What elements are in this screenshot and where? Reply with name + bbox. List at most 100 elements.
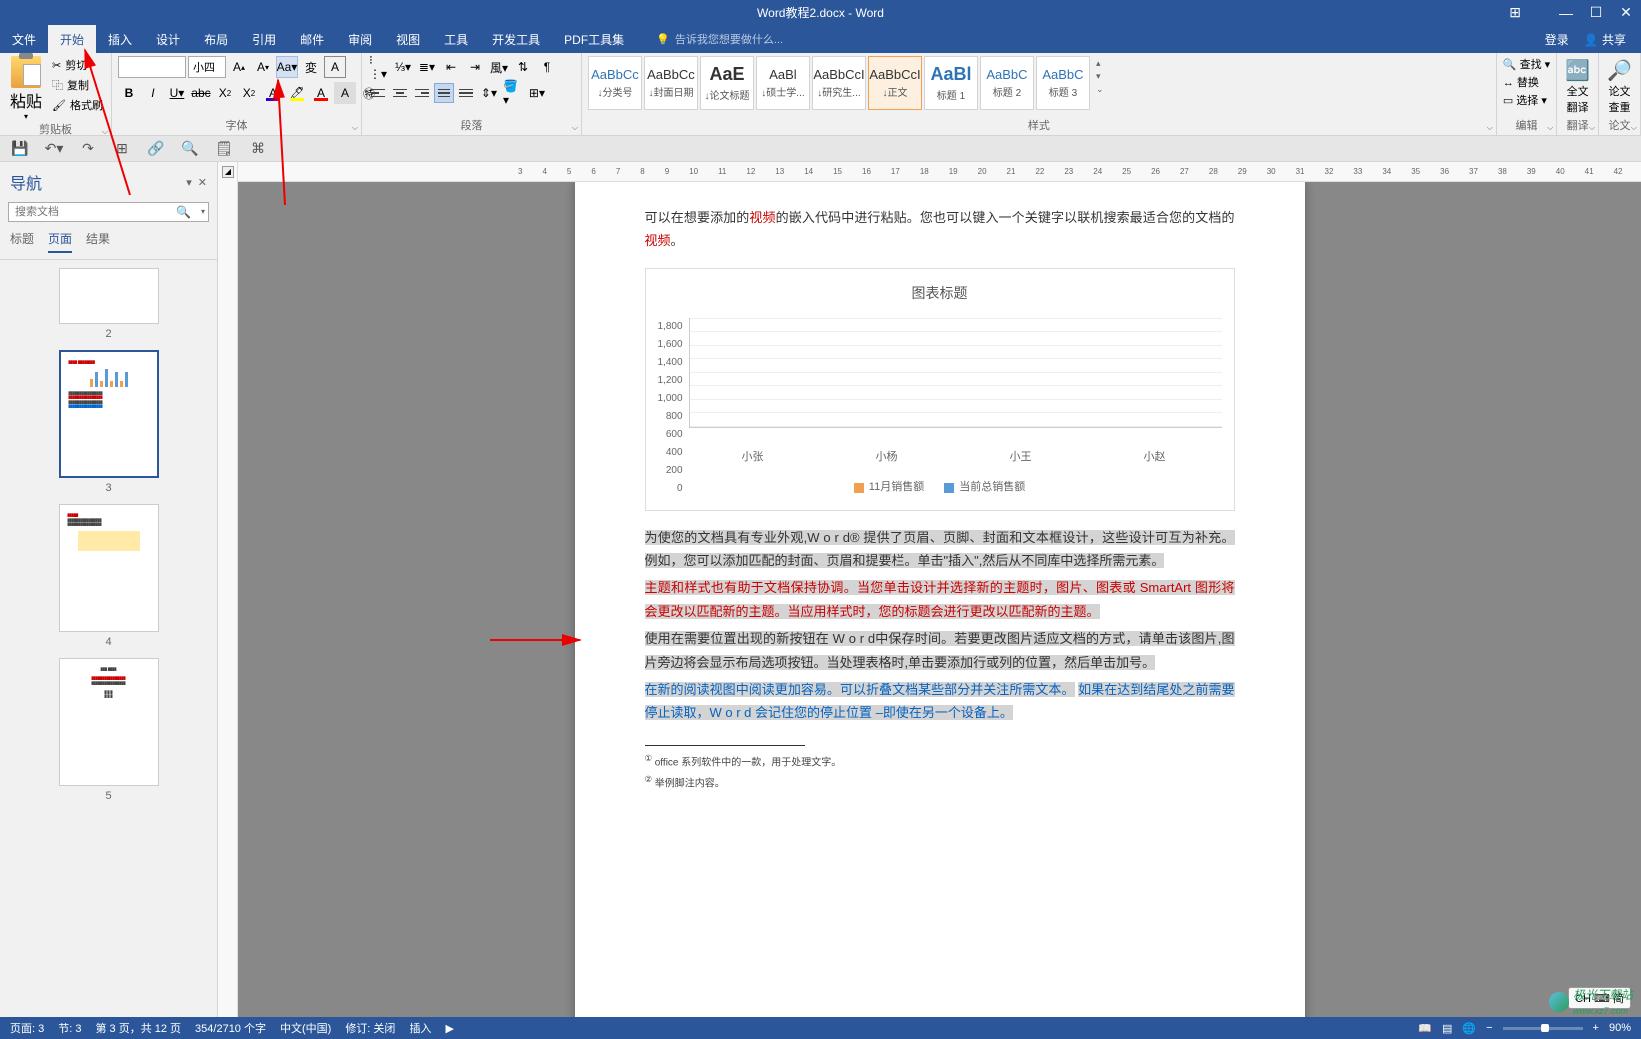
maximize-button[interactable]: ☐	[1581, 0, 1611, 25]
select-button[interactable]: ▭ 选择 ▾	[1503, 92, 1547, 108]
zoom-in[interactable]: +	[1593, 1022, 1599, 1034]
ribbon-tab-7[interactable]: 审阅	[336, 25, 384, 53]
strikethrough-button[interactable]: abc	[190, 82, 212, 104]
status-page-count[interactable]: 第 3 页，共 12 页	[95, 1020, 181, 1036]
nav-pane-dropdown[interactable]: ▾	[186, 176, 192, 189]
nav-tab-标题[interactable]: 标题	[10, 230, 34, 253]
zoom-level[interactable]: 90%	[1609, 1022, 1631, 1034]
styles-scroll-up[interactable]: ▴	[1096, 58, 1104, 69]
style-item-4[interactable]: AaBbCcI↓研究生...	[812, 56, 866, 110]
style-item-7[interactable]: AaBbC标题 2	[980, 56, 1034, 110]
status-page[interactable]: 页面: 3	[10, 1020, 44, 1036]
copy-button[interactable]: ⿻复制	[50, 76, 105, 94]
style-item-5[interactable]: AaBbCcI↓正文	[868, 56, 922, 110]
embedded-chart[interactable]: 图表标题 1,8001,6001,4001,2001,0008006004002…	[645, 268, 1235, 511]
font-size-select[interactable]	[188, 56, 226, 78]
font-name-select[interactable]	[118, 56, 186, 78]
qat-btn-6[interactable]: 🔍	[180, 139, 200, 159]
view-web-layout[interactable]: 🌐	[1462, 1022, 1476, 1035]
document-page[interactable]: 可以在想要添加的视频的嵌入代码中进行粘贴。您也可以键入一个关键字以联机搜索最适合…	[575, 182, 1305, 1021]
increase-font-button[interactable]: A▴	[228, 56, 250, 78]
close-button[interactable]: ✕	[1611, 0, 1641, 25]
borders-button[interactable]: ⊞▾	[526, 82, 548, 104]
style-item-8[interactable]: AaBbC标题 3	[1036, 56, 1090, 110]
tell-me-search[interactable]: 💡 告诉我您想要做什么...	[656, 31, 783, 47]
search-options-dropdown[interactable]: ▾	[201, 207, 205, 216]
login-link[interactable]: 登录	[1545, 31, 1569, 48]
share-button[interactable]: 👤 共享	[1584, 31, 1626, 48]
subscript-button[interactable]: X2	[214, 82, 236, 104]
line-spacing-button[interactable]: ⇕▾	[478, 82, 500, 104]
superscript-button[interactable]: X2	[238, 82, 260, 104]
replace-button[interactable]: ↔ 替换	[1503, 74, 1539, 90]
align-left-button[interactable]	[368, 83, 388, 103]
status-macro-icon[interactable]: ▶	[445, 1022, 453, 1035]
paste-button[interactable]: 粘贴 ▾	[6, 56, 46, 121]
zoom-out[interactable]: −	[1486, 1022, 1492, 1034]
status-section[interactable]: 节: 3	[58, 1020, 81, 1036]
save-button[interactable]: 💾	[10, 139, 30, 159]
horizontal-ruler[interactable]: 3456789101112131415161718192021222324252…	[238, 162, 1641, 182]
ribbon-tab-0[interactable]: 文件	[0, 25, 48, 53]
ribbon-tab-1[interactable]: 开始	[48, 25, 96, 53]
view-print-layout[interactable]: ▤	[1442, 1022, 1452, 1035]
align-right-button[interactable]	[412, 83, 432, 103]
bullets-button[interactable]: ⁝⋮▾	[368, 56, 390, 78]
decrease-indent-button[interactable]: ⇤	[440, 56, 462, 78]
status-language[interactable]: 中文(中国)	[280, 1020, 331, 1036]
align-center-button[interactable]	[390, 83, 410, 103]
style-item-1[interactable]: AaBbCc↓封面日期	[644, 56, 698, 110]
show-marks-button[interactable]: ¶	[536, 56, 558, 78]
ribbon-tab-3[interactable]: 设计	[144, 25, 192, 53]
thesis-check-button[interactable]: 🔎 论文 查重	[1605, 56, 1634, 117]
status-track-changes[interactable]: 修订: 关闭	[345, 1020, 395, 1036]
italic-button[interactable]: I	[142, 82, 164, 104]
view-read-mode[interactable]: 📖	[1418, 1022, 1432, 1035]
nav-tab-页面[interactable]: 页面	[48, 230, 72, 253]
styles-expand[interactable]: ⌄	[1096, 84, 1104, 95]
qat-btn-4[interactable]: ⊞	[112, 139, 132, 159]
format-painter-button[interactable]: 🖌格式刷	[50, 96, 105, 114]
underline-button[interactable]: U▾	[166, 82, 188, 104]
style-item-3[interactable]: AaBl↓硕士学...	[756, 56, 810, 110]
text-effects-button[interactable]: A	[262, 82, 284, 104]
status-word-count[interactable]: 354/2710 个字	[195, 1020, 266, 1036]
nav-pane-close[interactable]: ✕	[198, 176, 207, 189]
style-item-0[interactable]: AaBbCc↓分类号	[588, 56, 642, 110]
qat-btn-5[interactable]: 🔗	[146, 139, 166, 159]
font-color-button[interactable]: A	[310, 82, 332, 104]
bold-button[interactable]: B	[118, 82, 140, 104]
highlight-button[interactable]: 🖊	[286, 82, 308, 104]
char-border-button[interactable]: A	[324, 56, 346, 78]
page-thumbnail-2[interactable]	[59, 268, 159, 324]
nav-tab-结果[interactable]: 结果	[86, 230, 110, 253]
asian-layout-button[interactable]: ⾵▾	[488, 56, 510, 78]
translate-button[interactable]: 🔤 全文 翻译	[1563, 56, 1592, 117]
redo-button[interactable]: ↷	[78, 139, 98, 159]
ribbon-tab-9[interactable]: 工具	[432, 25, 480, 53]
shading-button[interactable]: 🪣▾	[502, 82, 524, 104]
styles-scroll-down[interactable]: ▾	[1096, 71, 1104, 82]
search-icon[interactable]: 🔍	[176, 205, 191, 219]
phonetic-guide-button[interactable]: 変	[300, 56, 322, 78]
ribbon-tab-6[interactable]: 邮件	[288, 25, 336, 53]
page-thumbnail-4[interactable]: █████████████████████████████████████	[59, 504, 159, 632]
increase-indent-button[interactable]: ⇥	[464, 56, 486, 78]
page-thumbnail-5[interactable]: ███ ████████████████████████████████████…	[59, 658, 159, 786]
ribbon-tab-11[interactable]: PDF工具集	[552, 25, 636, 53]
ribbon-tab-5[interactable]: 引用	[240, 25, 288, 53]
change-case-button[interactable]: Aa▾	[276, 56, 298, 78]
justify-button[interactable]	[434, 83, 454, 103]
status-insert-mode[interactable]: 插入	[409, 1020, 431, 1036]
vertical-ruler[interactable]: ◢	[218, 162, 238, 1021]
decrease-font-button[interactable]: A▾	[252, 56, 274, 78]
numbering-button[interactable]: ⅓▾	[392, 56, 414, 78]
styles-gallery[interactable]: AaBbCc↓分类号AaBbCc↓封面日期AaE↓论文标题AaBl↓硕士学...…	[588, 56, 1090, 110]
ribbon-options-icon[interactable]: ⊞	[1509, 4, 1521, 21]
style-item-2[interactable]: AaE↓论文标题	[700, 56, 754, 110]
find-button[interactable]: 🔍 查找 ▾	[1503, 56, 1550, 72]
sort-button[interactable]: ⇅	[512, 56, 534, 78]
qat-btn-8[interactable]: ⌘	[248, 139, 268, 159]
minimize-button[interactable]: —	[1551, 0, 1581, 25]
char-shading-button[interactable]: A	[334, 82, 356, 104]
